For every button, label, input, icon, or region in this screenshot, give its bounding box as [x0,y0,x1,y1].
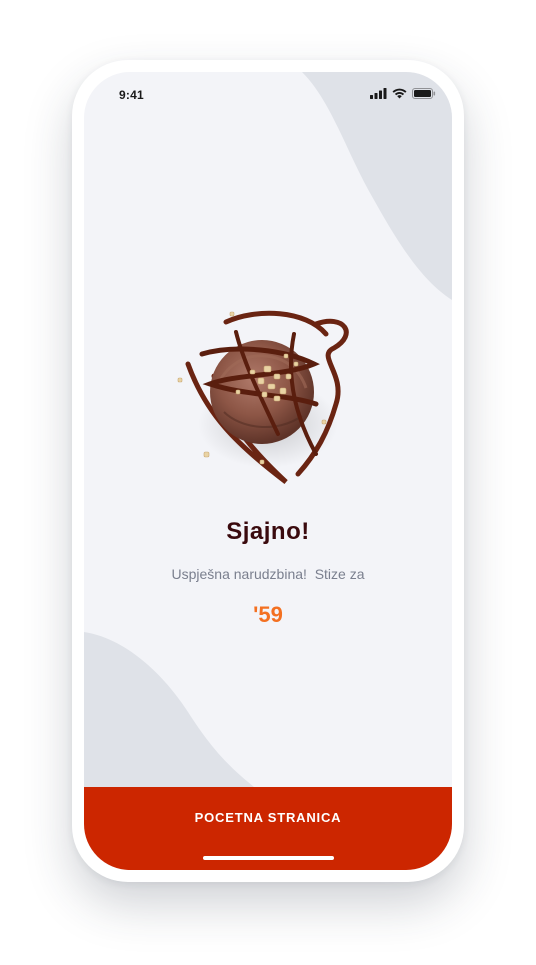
status-time: 9:41 [119,88,144,102]
delivery-eta: '59 [253,602,283,627]
top-right-blob [302,72,452,300]
home-indicator [203,856,334,860]
success-title: Sjajno! [226,518,310,545]
app-screen: 9:41 Sjajno! Uspješna narudzbina! Stize … [84,72,452,870]
bottom-left-blob [84,632,254,787]
ice-cream-image [177,310,349,484]
battery-icon [412,88,436,99]
signal-icon [370,88,387,99]
success-subtitle: Uspješna narudzbina! Stize za [171,566,365,582]
status-icons [370,88,436,99]
wifi-icon [392,88,407,99]
home-page-button-label: POCETNA STRANICA [194,810,342,825]
